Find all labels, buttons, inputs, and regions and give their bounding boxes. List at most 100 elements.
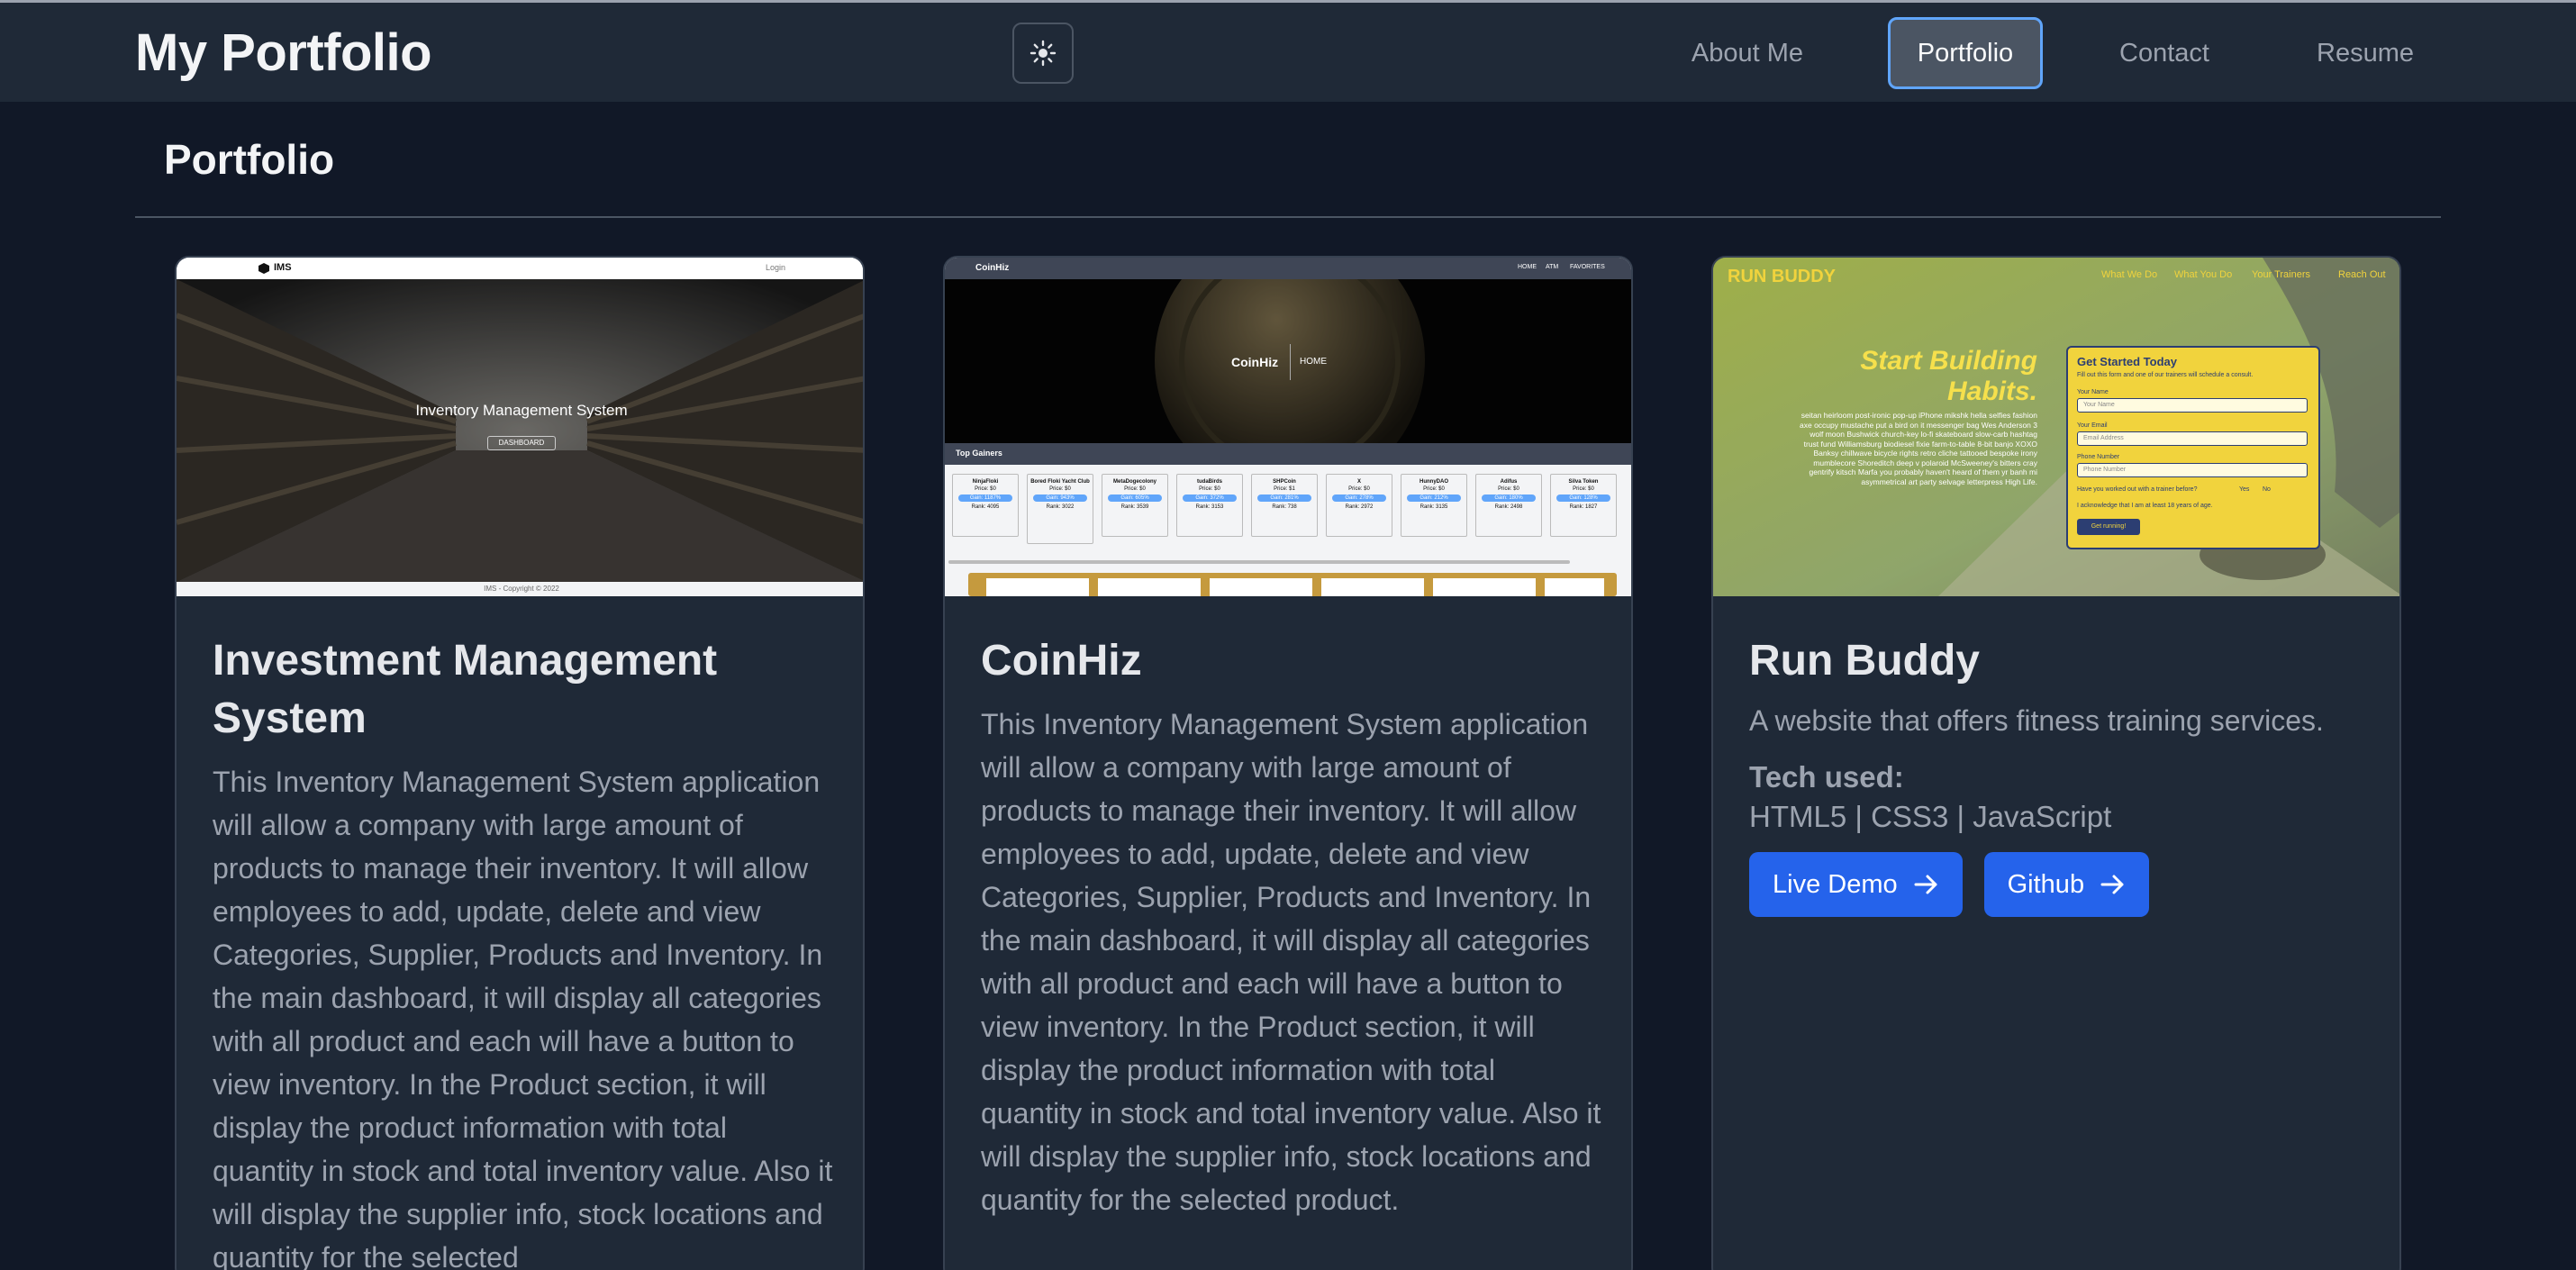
thumb-logo: CoinHiz <box>975 263 1010 273</box>
card-description: This Inventory Management System applica… <box>213 766 833 1270</box>
coin-photo <box>945 279 1631 443</box>
coin-tile: NinjaFloki Price: $0 Gain: 1187% Rank: 4095 <box>952 474 1019 537</box>
thumb-email-label: Your Email <box>2077 422 2108 429</box>
coin-tile: tudaBirds Price: $0 Gain: 372% Rank: 3153 <box>1176 474 1243 537</box>
thumb-dashboard-button: DASHBOARD <box>487 436 556 450</box>
coin-gain: Gain: 1187% <box>958 494 1012 502</box>
live-demo-button[interactable]: Live Demo <box>1749 852 1963 917</box>
thumb-nav-home: HOME <box>1518 264 1537 270</box>
coin-rank: Rank: 4095 <box>971 504 1000 510</box>
project-thumbnail[interactable]: RUN BUDDY What We Do What You Do Your Tr… <box>1713 258 2399 596</box>
project-card-ims: IMS Login Inventory Management System DA… <box>175 256 865 1270</box>
arrow-right-icon <box>2100 875 2124 894</box>
coin-gain: Gain: 605% <box>1108 494 1162 502</box>
coin-rank: Rank: 3153 <box>1195 504 1224 510</box>
thumb-name-label: Your Name <box>2077 389 2109 395</box>
thumb-hero-title: Inventory Management System <box>415 402 628 419</box>
coin-rank: Rank: 1827 <box>1569 504 1598 510</box>
coin-price: Price: $0 <box>1348 486 1370 492</box>
coin-gain: Gain: 128% <box>1556 494 1610 502</box>
coin-rank: Rank: 738 <box>1272 504 1297 510</box>
coin-tile: HunnyDAO Price: $0 Gain: 212% Rank: 3135 <box>1401 474 1467 537</box>
card-title: Investment Management System <box>213 637 718 742</box>
coin-gain: Gain: 278% <box>1332 494 1386 502</box>
project-thumbnail[interactable]: IMS Login Inventory Management System DA… <box>177 258 863 596</box>
card-title: Run Buddy <box>1749 637 1980 685</box>
nav-link-contact[interactable]: Contact <box>2099 17 2230 89</box>
thumb-hero-title: CoinHiz <box>1231 355 1279 369</box>
coin-name: Bored Floki Yacht Club <box>1030 479 1090 485</box>
card-actions: Live Demo Github <box>1749 852 2371 917</box>
card-body: CoinHiz This Inventory Management System… <box>981 596 1602 1221</box>
coin-gain: Gain: 372% <box>1183 494 1237 502</box>
nav-link-portfolio[interactable]: Portfolio <box>1888 17 2043 89</box>
project-thumbnail[interactable]: CoinHiz HOME ATM FAVORITES CoinHiz HOME … <box>945 258 1631 596</box>
coin-tile: MetaDogecolony Price: $0 Gain: 605% Rank: 3… <box>1102 474 1168 537</box>
coin-gain: Gain: 212% <box>1407 494 1461 502</box>
theme-toggle-button[interactable] <box>1012 23 1074 84</box>
nav-link-resume[interactable]: Resume <box>2295 17 2435 89</box>
coin-name: NinjaFloki <box>972 479 999 485</box>
thumb-section-title: Top Gainers <box>956 449 1002 458</box>
cube-logo-icon <box>259 263 269 274</box>
card-title: CoinHiz <box>981 637 1142 685</box>
thumb-email-input: Email Address <box>2077 431 2308 446</box>
coin-price: Price: $1 <box>1274 486 1295 492</box>
coin-gain: Gain: 180% <box>1482 494 1536 502</box>
project-card-coinhiz: CoinHiz HOME ATM FAVORITES CoinHiz HOME … <box>943 256 1633 1270</box>
coin-tile: SHPCoin Price: $1 Gain: 281% Rank: 738 <box>1251 474 1318 537</box>
tech-list: HTML5 | CSS3 | JavaScript <box>1749 800 2112 833</box>
thumb-phone-label: Phone Number <box>2077 454 2120 460</box>
card-body: Investment Management System This Invent… <box>213 596 834 1270</box>
tech-label: Tech used: <box>1749 760 1904 794</box>
thumb-form-title: Get Started Today <box>2077 355 2178 368</box>
coin-name: tudaBirds <box>1196 479 1222 485</box>
thumb-hero-text: seitan heirloom post-ironic pop-up iPhon… <box>1800 411 2037 486</box>
coin-name: Adifus <box>1500 479 1518 485</box>
coin-price: Price: $0 <box>1498 486 1519 492</box>
thumb-logo: RUN BUDDY <box>1728 267 1836 286</box>
thumb-nav-reach-out: Reach Out <box>2338 269 2386 280</box>
github-label: Github <box>2007 869 2085 899</box>
coin-price: Price: $0 <box>1573 486 1594 492</box>
coin-gain: Gain: 281% <box>1257 494 1311 502</box>
coin-tile: Silva Token Price: $0 Gain: 128% Rank: 1827 <box>1550 474 1617 537</box>
github-button[interactable]: Github <box>1983 852 2150 917</box>
coin-rank: Rank: 3539 <box>1120 504 1149 510</box>
thumb-footer: IMS - Copyright © 2022 <box>177 582 863 596</box>
thumb-form-sub: Fill out this form and one of our traine… <box>2077 372 2254 378</box>
project-card-run-buddy: RUN BUDDY What We Do What You Do Your Tr… <box>1711 256 2401 1270</box>
card-description: This Inventory Management System applica… <box>981 708 1601 1216</box>
thumb-login: Login <box>766 263 786 272</box>
coin-price: Price: $0 <box>975 486 996 492</box>
divider <box>135 216 2441 218</box>
arrow-right-icon <box>1914 875 1937 894</box>
coin-name: Silva Token <box>1568 479 1599 485</box>
navbar: My Portfolio About Me Portfolio Contact … <box>0 0 2576 102</box>
thumb-submit-button: Get running! <box>2077 519 2140 535</box>
thumb-ack: I acknowledge that I am at least 18 year… <box>2077 503 2213 509</box>
card-body: Run Buddy A website that offers fitness … <box>1749 596 2371 917</box>
coin-price: Price: $0 <box>1049 486 1071 492</box>
coin-gain: Gain: 943% <box>1033 494 1087 502</box>
coin-tile: Bored Floki Yacht Club Price: $0 Gain: 943… <box>1027 474 1093 544</box>
brand-title[interactable]: My Portfolio <box>135 23 432 83</box>
thumb-hero-title: Start Building Habits. <box>1860 346 2037 406</box>
thumb-hero-link: HOME <box>1300 357 1327 367</box>
page-title: Portfolio <box>164 136 335 183</box>
coin-name: MetaDogecolony <box>1112 479 1156 485</box>
coin-rank: Rank: 3022 <box>1046 504 1075 510</box>
coin-tile: Adifus Price: $0 Gain: 180% Rank: 2498 <box>1475 474 1542 537</box>
coin-tile: X Price: $0 Gain: 278% Rank: 2972 <box>1326 474 1392 537</box>
nav-link-about-me[interactable]: About Me <box>1666 17 1828 89</box>
live-demo-label: Live Demo <box>1773 869 1898 899</box>
thumb-no: No <box>2263 486 2271 493</box>
coin-name: X <box>1356 479 1361 485</box>
thumb-nav-what-we-do: What We Do <box>2101 269 2158 280</box>
coin-rank: Rank: 2498 <box>1494 504 1523 510</box>
thumb-phone-input: Phone Number <box>2077 463 2308 477</box>
coin-price: Price: $0 <box>1199 486 1220 492</box>
thumb-nav-what-you-do: What You Do <box>2174 269 2233 280</box>
thumb-trainer-question: Have you worked out with a trainer befor… <box>2077 486 2198 493</box>
thumb-nav-trainers: Your Trainers <box>2252 269 2311 280</box>
